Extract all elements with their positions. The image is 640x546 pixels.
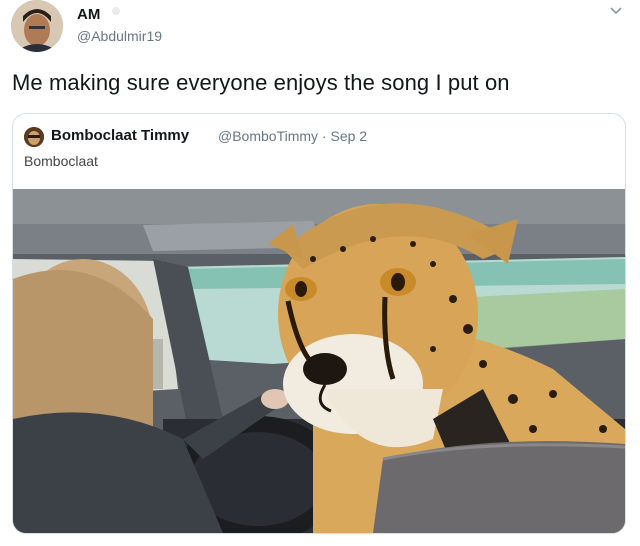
quoted-author-handle: @BomboTimmy · Sep 2 xyxy=(218,128,368,144)
avatar-image xyxy=(11,0,63,52)
tweet-photo[interactable] xyxy=(13,189,625,533)
author-handle[interactable]: @Abdulmir19 xyxy=(77,28,162,44)
author-name[interactable]: AM xyxy=(77,6,100,23)
verified-badge-icon xyxy=(112,7,120,15)
quoted-tweet-card[interactable]: Bombocl­aat Timmy @BomboTimmy · Sep 2 Bo… xyxy=(12,113,626,534)
quoted-tweet-text: Bomboclaat xyxy=(24,153,98,169)
tweet-text: Me making sure everyone enjoys the song … xyxy=(12,70,510,95)
author-avatar[interactable] xyxy=(11,0,63,52)
quoted-avatar-image xyxy=(24,127,44,147)
quoted-author-avatar xyxy=(24,127,44,147)
chevron-down-icon[interactable] xyxy=(607,4,625,18)
quoted-author-name: Bombocl­aat Timmy xyxy=(51,127,190,144)
